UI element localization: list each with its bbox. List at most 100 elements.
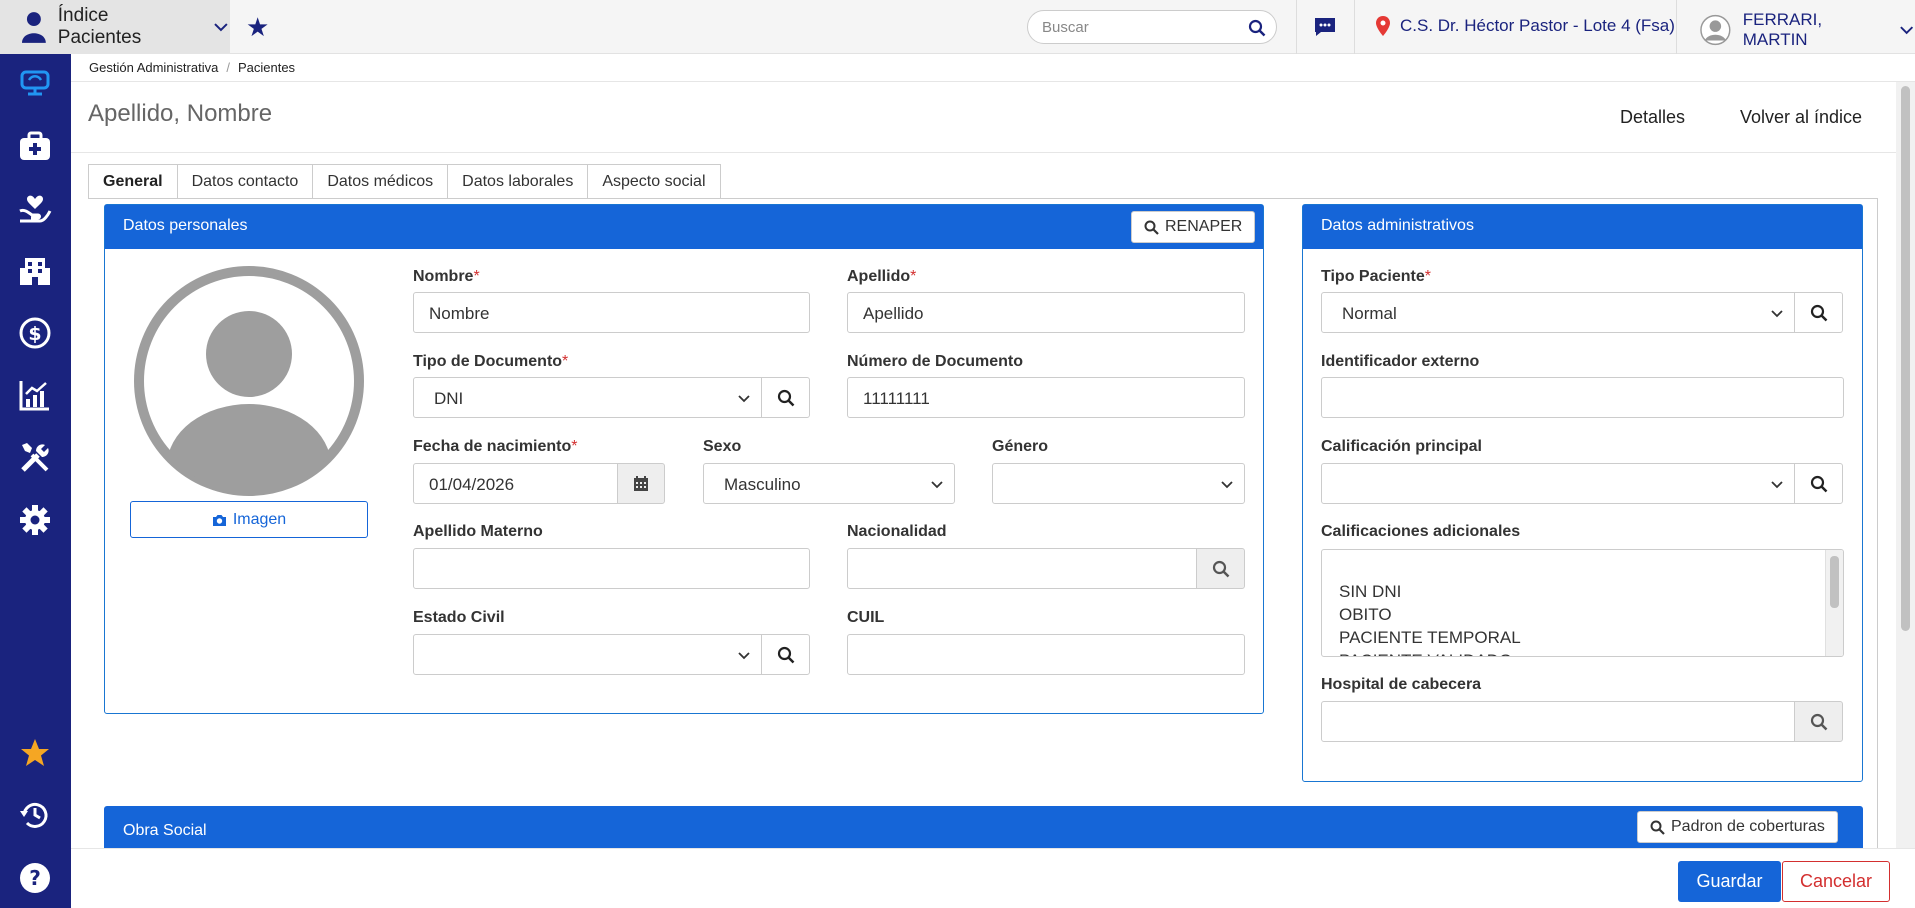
module-label: Índice Pacientes [57,5,142,48]
tab-datos-medicos[interactable]: Datos médicos [312,164,449,199]
hospital-cabecera-search-button[interactable] [1794,701,1843,742]
calificacion-principal-label: Calificación principal [1321,438,1482,455]
sexo-label: Sexo [703,438,742,455]
favorite-star-icon[interactable]: ★ [246,12,269,42]
cancel-button[interactable]: Cancelar [1782,861,1890,902]
tipo-documento-value: DNI [434,389,464,408]
tab-bar: General Datos contacto Datos médicos Dat… [88,164,721,199]
identificador-externo-label: Identificador externo [1321,353,1480,370]
breadcrumb-item[interactable]: Gestión Administrativa [89,60,218,75]
location-selector[interactable]: C.S. Dr. Héctor Pastor - Lote 4 (Fsa) [1376,16,1675,36]
details-link[interactable]: Detalles [1620,107,1685,128]
calificacion-principal-search-button[interactable] [1794,463,1843,504]
numero-documento-input[interactable]: 11111111 [847,377,1245,418]
hospital-cabecera-label: Hospital de cabecera [1321,676,1482,693]
calendar-icon [634,475,648,491]
fecha-nacimiento-label: Fecha de nacimiento* [413,438,578,455]
page-title: Apellido, Nombre [88,100,273,127]
obra-social-title: Obra Social [123,822,207,839]
listbox-scrollbar[interactable] [1825,550,1843,656]
chat-icon[interactable] [1313,16,1337,38]
back-to-index-link[interactable]: Volver al índice [1740,107,1862,128]
estado-civil-select[interactable] [413,634,762,675]
nacionalidad-input[interactable] [847,548,1197,589]
tab-datos-contacto[interactable]: Datos contacto [176,164,314,199]
nacionalidad-search-button[interactable] [1196,548,1245,589]
calendar-button[interactable] [617,463,665,504]
list-item[interactable]: PACIENTE VALIDADO [1339,649,1521,656]
patient-photo-placeholder [134,266,364,496]
fecha-nacimiento-input[interactable]: 01/04/2026 [413,463,618,504]
divider [71,152,1896,153]
renaper-button[interactable]: RENAPER [1131,211,1256,243]
apellido-label: Apellido* [847,268,917,285]
sidebar-item-institutions[interactable] [17,253,53,289]
scrollbar-thumb[interactable] [1901,86,1910,631]
nombre-input[interactable]: Nombre [413,292,810,333]
chevron-down-icon [931,481,943,489]
help-icon: ? [20,863,50,893]
tipo-paciente-select[interactable]: Normal [1321,292,1795,333]
chevron-down-icon [1899,26,1913,35]
genero-select[interactable] [992,463,1245,504]
search-icon[interactable] [1248,19,1266,37]
tab-datos-laborales[interactable]: Datos laborales [447,164,589,199]
chevron-down-icon [738,395,750,403]
apellido-materno-input[interactable] [413,548,810,589]
panel-header: Datos personales [105,205,1263,249]
top-bar: Índice Pacientes ★ C.S. Dr. Héctor Pasto… [0,0,1915,54]
sidebar-item-medical[interactable] [17,128,53,164]
cuil-input[interactable] [847,634,1245,675]
tipo-documento-select[interactable]: DNI [413,377,762,418]
image-upload-button[interactable]: Imagen [130,501,368,538]
identificador-externo-input[interactable] [1321,377,1844,418]
sidebar-item-settings[interactable] [17,502,53,538]
calificacion-principal-select[interactable] [1321,463,1795,504]
svg-text:?: ? [29,866,41,890]
save-button[interactable]: Guardar [1678,861,1781,902]
panel-header: Datos administrativos [1303,205,1862,249]
separator [1676,0,1677,54]
dollar-icon: $ [19,317,51,349]
sidebar-item-tools[interactable] [17,440,53,476]
user-menu[interactable]: FERRARI, MARTIN [1700,10,1915,50]
sidebar-item-favorites[interactable] [17,735,53,771]
sidebar-item-help[interactable]: ? [17,860,53,896]
footer-bar [71,848,1915,908]
user-icon [21,12,46,43]
search-icon [1650,820,1665,835]
list-item[interactable]: PACIENTE TEMPORAL [1339,626,1521,649]
hospital-cabecera-input[interactable] [1321,701,1795,742]
tab-aspecto-social[interactable]: Aspecto social [587,164,721,199]
search-icon [1212,560,1229,577]
sexo-select[interactable]: Masculino [703,463,955,504]
estado-civil-search-button[interactable] [761,634,810,675]
svg-text:$: $ [28,323,41,345]
breadcrumb-item[interactable]: Pacientes [238,60,295,75]
tab-general[interactable]: General [88,164,178,199]
list-item[interactable]: OBITO [1339,603,1521,626]
building-icon [20,258,50,285]
list-item[interactable]: SIN DNI [1339,580,1521,603]
tipo-paciente-search-button[interactable] [1794,292,1843,333]
sidebar-item-dashboard[interactable] [17,65,53,101]
divider [71,81,1915,82]
breadcrumb-separator: / [226,60,230,75]
calificaciones-adicionales-listbox[interactable]: SIN DNI OBITO PACIENTE TEMPORAL PACIENTE… [1321,549,1844,657]
page-scrollbar[interactable] [1896,82,1915,848]
scrollbar-thumb[interactable] [1830,556,1839,608]
module-switcher[interactable]: Índice Pacientes [0,0,230,54]
sidebar-item-reports[interactable] [17,377,53,413]
padron-coberturas-button[interactable]: Padron de coberturas [1637,811,1838,843]
obra-social-header: Obra Social [104,806,1863,848]
tipo-documento-search-button[interactable] [761,377,810,418]
sidebar-item-billing[interactable]: $ [17,315,53,351]
search-box[interactable] [1027,10,1277,44]
search-input[interactable] [1042,19,1242,36]
apellido-input[interactable]: Apellido [847,292,1245,333]
sidebar-item-history[interactable] [17,797,53,833]
renaper-label: RENAPER [1165,218,1243,235]
avatar-icon [1700,14,1731,46]
care-hands-icon [19,195,52,223]
sidebar-item-care[interactable] [17,190,53,226]
